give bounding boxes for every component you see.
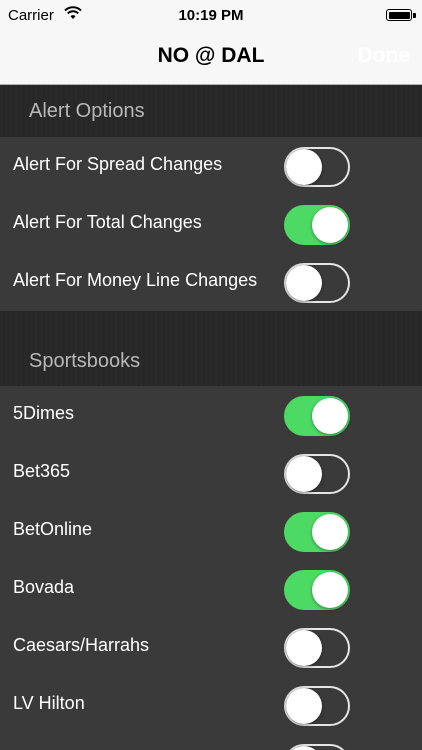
lv-hilton-switch[interactable] [284, 686, 350, 726]
money-line-changes-switch[interactable] [284, 263, 350, 303]
switch-knob [286, 456, 322, 492]
status-bar: Carrier 10:19 PM [0, 0, 422, 30]
list-item: Alert For Spread Changes [0, 137, 422, 195]
switch-knob [286, 746, 322, 750]
list-item: BetOnline [0, 502, 422, 560]
done-button[interactable]: Done [358, 44, 411, 68]
list-item [0, 734, 422, 750]
bovada-switch[interactable] [284, 570, 350, 610]
battery-icon [386, 9, 416, 21]
switch-knob [286, 630, 322, 666]
bet365-switch[interactable] [284, 454, 350, 494]
list-item: Bovada [0, 560, 422, 618]
list-item: Alert For Money Line Changes [0, 253, 422, 311]
list-item: Caesars/Harrahs [0, 618, 422, 676]
switch-knob [286, 265, 322, 301]
row-label: LV Hilton [13, 693, 85, 713]
navigation-bar: NO @ DAL Done [0, 30, 422, 85]
list-item: LV Hilton [0, 676, 422, 734]
row-label: BetOnline [13, 519, 93, 539]
row-label: Alert For Spread Changes [13, 154, 223, 174]
switch-knob [312, 514, 348, 550]
spread-changes-switch[interactable] [284, 147, 350, 187]
row-label: Alert For Total Changes [13, 212, 202, 232]
section-title: Sportsbooks [29, 350, 141, 372]
switch-knob [312, 207, 348, 243]
switch-knob [286, 688, 322, 724]
switch-knob [312, 398, 348, 434]
next-sportsbook-switch[interactable] [284, 744, 350, 750]
row-label: 5Dimes [13, 403, 75, 423]
switch-knob [286, 149, 322, 185]
section-header-sportsbooks: Sportsbooks [0, 311, 422, 386]
switch-knob [312, 572, 348, 608]
row-label: Alert For Money Line Changes [13, 270, 258, 290]
row-label: Bet365 [13, 461, 71, 481]
list-item: Bet365 [0, 444, 422, 502]
caesars-harrahs-switch[interactable] [284, 628, 350, 668]
list-item: 5Dimes [0, 386, 422, 444]
row-label: Caesars/Harrahs [13, 635, 150, 655]
5dimes-switch[interactable] [284, 396, 350, 436]
list-item: Alert For Total Changes [0, 195, 422, 253]
section-title: Alert Options [29, 100, 145, 122]
total-changes-switch[interactable] [284, 205, 350, 245]
section-header-alert-options: Alert Options [0, 85, 422, 137]
row-label: Bovada [13, 577, 75, 597]
betonline-switch[interactable] [284, 512, 350, 552]
clock: 10:19 PM [178, 7, 244, 24]
